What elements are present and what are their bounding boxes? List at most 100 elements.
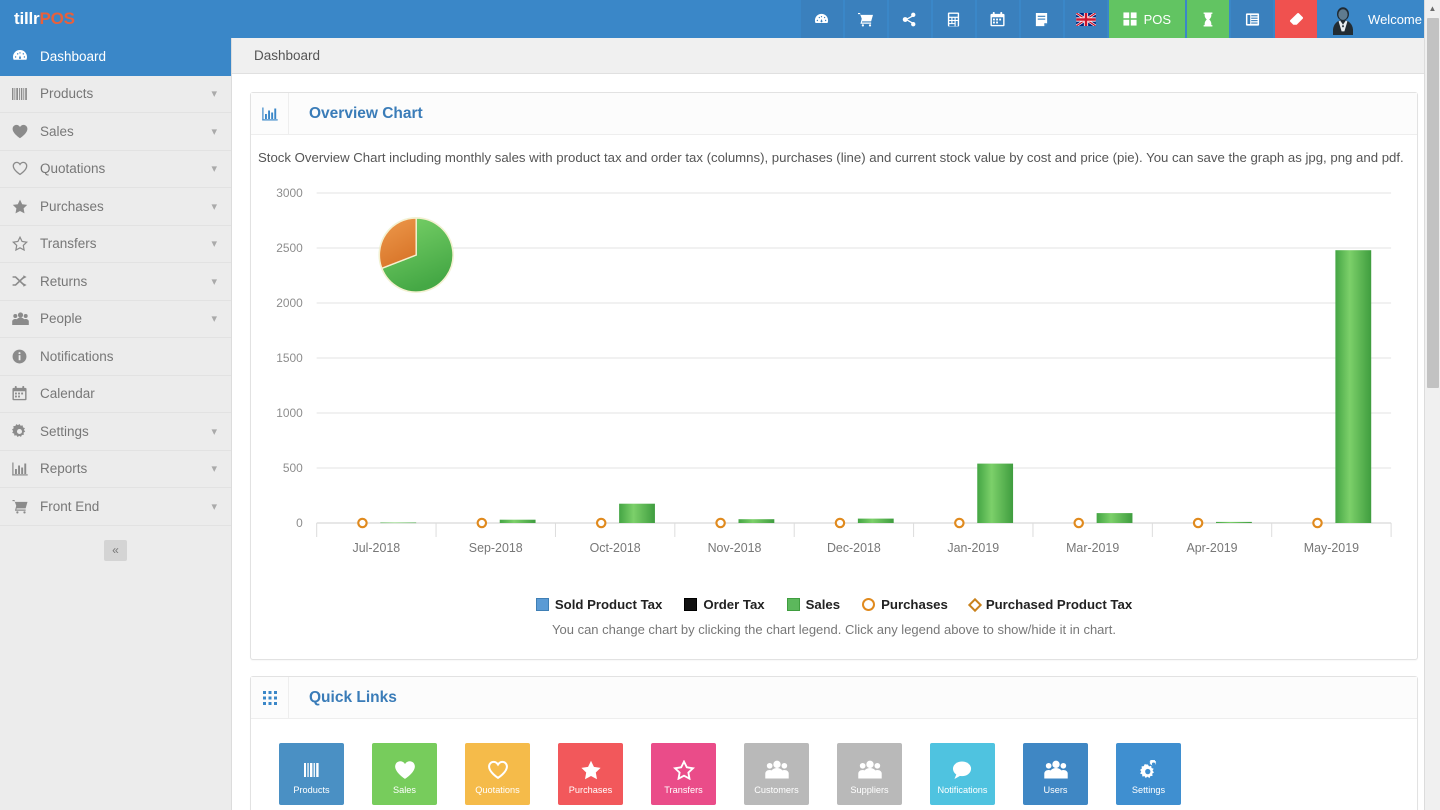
sidebar-item-label: Dashboard [40,49,217,64]
heart-outline-icon [12,161,40,176]
heart-filled-icon [394,757,416,783]
scroll-up-arrow[interactable]: ▲ [1425,0,1440,16]
svg-text:Oct-2018: Oct-2018 [590,541,641,555]
quick-link-cell: Notifications [916,743,1009,805]
dashboard-icon[interactable] [801,0,843,38]
bar-chart-icon [251,93,289,134]
quick-link-suppliers[interactable]: Suppliers [837,743,902,805]
pos-button-label: POS [1144,12,1171,27]
language-flag-icon[interactable] [1065,0,1107,38]
sidebar-item-people[interactable]: People ▾ [0,301,231,339]
chevron-down-icon: ▾ [211,87,217,100]
svg-text:Dec-2018: Dec-2018 [827,541,881,555]
svg-text:3000: 3000 [276,186,303,200]
star-outline-icon [673,757,695,783]
dashboard-icon [12,48,40,64]
legend-item-order-tax[interactable]: Order Tax [684,597,764,612]
people-icon [12,312,40,326]
list-icon[interactable] [1231,0,1273,38]
sidebar-item-quotations[interactable]: Quotations ▾ [0,151,231,189]
quick-link-transfers[interactable]: Transfers [651,743,716,805]
quick-link-cell: Purchases [544,743,637,805]
barcode-icon [12,87,40,101]
svg-text:Mar-2019: Mar-2019 [1066,541,1119,555]
avatar [1327,3,1359,35]
chevron-down-icon: ▾ [211,162,217,175]
breadcrumb: Dashboard [232,38,1440,74]
sidebar-item-products[interactable]: Products ▾ [0,76,231,114]
sidebar-item-label: People [40,311,211,326]
brand-part-2: POS [39,9,74,29]
content-area: Dashboard Overview Chart Stock Overview … [232,38,1440,810]
sidebar-item-settings[interactable]: Settings ▾ [0,413,231,451]
quick-link-label: Sales [393,786,416,795]
sidebar-item-label: Reports [40,461,211,476]
sidebar-item-front-end[interactable]: Front End ▾ [0,488,231,526]
star-outline-icon [12,236,40,251]
sidebar-item-label: Products [40,86,211,101]
breadcrumb-current: Dashboard [254,48,320,63]
quick-link-cell: Users [1009,743,1102,805]
stock-value-pie [378,217,454,293]
sidebar-item-transfers[interactable]: Transfers ▾ [0,226,231,264]
legend-marker-diamond [968,598,982,612]
sidebar-item-notifications[interactable]: Notifications [0,338,231,376]
svg-text:Sep-2018: Sep-2018 [469,541,523,555]
heart-filled-icon [12,124,40,139]
grid-icon [251,677,289,718]
pos-button[interactable]: POS [1109,0,1185,38]
legend-label: Purchases [881,597,948,612]
hourglass-icon[interactable] [1187,0,1229,38]
people-icon [765,757,789,783]
gear-icon [12,424,40,439]
svg-text:1000: 1000 [276,406,303,420]
sidebar-item-label: Purchases [40,199,211,214]
share-icon[interactable] [889,0,931,38]
sidebar-item-label: Notifications [40,349,217,364]
barcode-icon [302,757,322,783]
eraser-icon[interactable] [1275,0,1317,38]
sidebar-item-purchases[interactable]: Purchases ▾ [0,188,231,226]
quick-link-label: Suppliers [850,786,888,795]
quick-link-label: Quotations [475,786,519,795]
overview-chart-title: Overview Chart [289,93,423,134]
bar-chart-icon [12,462,40,476]
legend-item-sales[interactable]: Sales [787,597,840,612]
sidebar-item-reports[interactable]: Reports ▾ [0,451,231,489]
overview-chart-canvas[interactable]: 3000 2500 2000 1500 1000 500 0 [257,175,1411,595]
vertical-scrollbar[interactable]: ▲ [1424,0,1440,810]
quick-link-users[interactable]: Users [1023,743,1088,805]
legend-item-purchases[interactable]: Purchases [862,597,948,612]
brand-logo[interactable]: tillrPOS [0,0,232,38]
svg-text:May-2019: May-2019 [1304,541,1359,555]
sidebar-item-returns[interactable]: Returns ▾ [0,263,231,301]
quick-link-purchases[interactable]: Purchases [558,743,623,805]
scrollbar-thumb[interactable] [1427,18,1439,388]
note-icon[interactable] [1021,0,1063,38]
sidebar-collapse-button[interactable]: « [104,540,127,561]
quick-link-label: Settings [1132,786,1165,795]
cart-icon[interactable] [845,0,887,38]
sidebar-collapse-wrap: « [0,526,231,561]
quick-link-settings[interactable]: Settings [1116,743,1181,805]
quick-links-grid: Products Sales [251,719,1417,810]
legend-item-sold-product-tax[interactable]: Sold Product Tax [536,597,662,612]
quick-link-customers[interactable]: Customers [744,743,809,805]
user-menu[interactable]: Welcome [1319,0,1436,38]
quick-link-cell: Customers [730,743,823,805]
legend-item-purchased-product-tax[interactable]: Purchased Product Tax [970,597,1132,612]
quick-link-sales[interactable]: Sales [372,743,437,805]
quick-link-notifications[interactable]: Notifications [930,743,995,805]
calendar-icon[interactable] [977,0,1019,38]
sidebar-item-dashboard[interactable]: Dashboard [0,38,231,76]
sidebar-item-calendar[interactable]: Calendar [0,376,231,414]
overview-chart-footnote: You can change chart by clicking the cha… [251,612,1417,659]
quick-link-quotations[interactable]: Quotations [465,743,530,805]
flag-uk-icon [1076,13,1096,26]
calculator-icon[interactable] [933,0,975,38]
sidebar-item-sales[interactable]: Sales ▾ [0,113,231,151]
quick-link-products[interactable]: Products [279,743,344,805]
chat-icon [952,757,974,783]
scroll-area: Overview Chart Stock Overview Chart incl… [232,74,1440,810]
sidebar-item-label: Transfers [40,236,211,251]
